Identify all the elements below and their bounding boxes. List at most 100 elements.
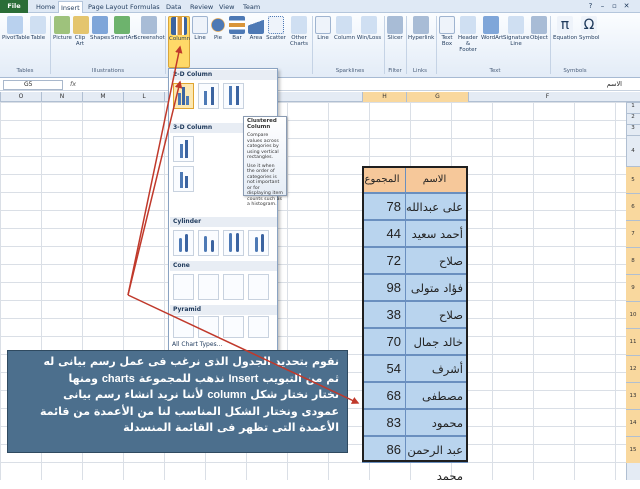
bar-chart-button[interactable]: Bar	[229, 16, 245, 41]
row-header[interactable]: 7	[626, 220, 640, 247]
pivottable-button[interactable]: PivotTable	[2, 16, 30, 41]
sparkline-column-button[interactable]: Column	[334, 16, 355, 41]
row-header[interactable]: 6	[626, 193, 640, 220]
cone-percent-icon[interactable]	[223, 274, 244, 300]
cell-total[interactable]: 86	[362, 436, 406, 463]
row-header[interactable]: 11	[626, 328, 640, 355]
text-box-button[interactable]: Text Box	[438, 16, 456, 47]
cell-total[interactable]: 98	[362, 274, 406, 301]
object-button[interactable]: Object	[530, 16, 548, 41]
cell-name[interactable]: أحمد سعيد	[406, 220, 468, 247]
sparkline-line-button[interactable]: Line	[315, 16, 331, 41]
tab-data[interactable]: Data	[164, 1, 184, 13]
row-header[interactable]: 10	[626, 301, 640, 328]
tab-page-layout[interactable]: Page Layout	[86, 1, 130, 13]
name-box[interactable]: G5	[3, 80, 63, 90]
scatter-chart-button[interactable]: Scatter	[266, 16, 286, 41]
column-chart-button[interactable]: Column	[168, 16, 190, 68]
pyramid-3d-icon[interactable]	[248, 316, 269, 338]
row-header[interactable]: 5	[626, 166, 640, 193]
header-cell-total[interactable]: المجموع	[362, 166, 406, 193]
pyramid-stacked-icon[interactable]	[198, 316, 219, 338]
column-header[interactable]: O	[0, 92, 41, 102]
table-button[interactable]: Table	[30, 16, 46, 41]
header-footer-button[interactable]: Header & Footer	[457, 16, 479, 53]
minimize-icon[interactable]: –	[598, 2, 607, 11]
shapes-button[interactable]: Shapes	[90, 16, 110, 41]
row-header[interactable]: 12	[626, 355, 640, 382]
percent-stacked-column-icon[interactable]	[223, 83, 244, 109]
cylinder-percent-icon[interactable]	[223, 230, 244, 256]
cylinder-clustered-icon[interactable]	[173, 230, 194, 256]
clip-art-button[interactable]: Clip Art	[73, 16, 89, 47]
picture-button[interactable]: Picture	[53, 16, 72, 41]
cylinder-3d-icon[interactable]	[248, 230, 269, 256]
fx-icon[interactable]: fx	[70, 80, 76, 88]
win-loss-button[interactable]: Win/Loss	[356, 16, 382, 41]
3d-column-icon[interactable]	[173, 166, 194, 192]
cell-total[interactable]: 78	[362, 193, 406, 220]
wordart-button[interactable]: WordArt	[481, 16, 503, 41]
hyperlink-button[interactable]: Hyperlink	[408, 16, 434, 41]
close-icon[interactable]: ✕	[622, 2, 631, 11]
tab-formulas[interactable]: Formulas	[128, 1, 162, 13]
cone-3d-icon[interactable]	[248, 274, 269, 300]
header-cell-name[interactable]: الاسم	[406, 166, 468, 193]
cell-name[interactable]: صلاح عبدالله	[406, 301, 468, 348]
symbol-button[interactable]: Ω Symbol	[579, 16, 600, 41]
cell-name[interactable]: محمود فوزي	[406, 409, 468, 456]
cell-name[interactable]: عبد الرحمن محمد	[406, 436, 468, 483]
tab-team[interactable]: Team	[241, 1, 262, 13]
cell-name[interactable]: فؤاد متولى	[406, 274, 468, 301]
signature-line-button[interactable]: Signature Line	[503, 16, 530, 47]
column-header[interactable]: H	[362, 92, 406, 102]
column-header[interactable]: F	[468, 92, 626, 102]
tab-review[interactable]: Review	[188, 1, 215, 13]
stacked-column-icon[interactable]	[198, 83, 219, 109]
cell-total[interactable]: 70	[362, 328, 406, 355]
row-header[interactable]: 8	[626, 247, 640, 274]
smartart-button[interactable]: SmartArt	[111, 16, 136, 41]
restore-icon[interactable]: ▫	[610, 2, 619, 11]
pyramid-clustered-icon[interactable]	[173, 316, 194, 338]
cell-total[interactable]: 44	[362, 220, 406, 247]
row-header[interactable]: 14	[626, 409, 640, 436]
area-chart-button[interactable]: Area	[248, 16, 264, 41]
tab-home[interactable]: Home	[34, 1, 57, 13]
formula-content[interactable]: الاسم	[607, 80, 622, 88]
cell-total[interactable]: 38	[362, 301, 406, 328]
cell-total[interactable]: 68	[362, 382, 406, 409]
screenshot-button[interactable]: Screenshot	[134, 16, 165, 41]
equation-button[interactable]: π Equation	[553, 16, 577, 41]
help-icon[interactable]: ?	[586, 2, 595, 11]
column-header[interactable]: N	[41, 92, 82, 102]
tab-view[interactable]: View	[217, 1, 236, 13]
tab-file[interactable]: File	[0, 0, 28, 13]
row-header[interactable]: 2	[626, 113, 640, 124]
line-chart-button[interactable]: Line	[192, 16, 208, 41]
column-header[interactable]: G	[406, 92, 468, 102]
clustered-column-icon[interactable]	[173, 83, 194, 109]
row-header[interactable]: 1	[626, 102, 640, 113]
column-header[interactable]: L	[123, 92, 164, 102]
cell-total[interactable]: 72	[362, 247, 406, 274]
cone-clustered-icon[interactable]	[173, 274, 194, 300]
cell-total[interactable]: 54	[362, 355, 406, 382]
pie-chart-button[interactable]: Pie	[210, 16, 226, 41]
column-header[interactable]: M	[82, 92, 123, 102]
all-chart-types-link[interactable]: All Chart Types...	[172, 341, 222, 348]
row-header[interactable]: 3	[626, 124, 640, 135]
row-header[interactable]: 15	[626, 436, 640, 463]
cylinder-stacked-icon[interactable]	[198, 230, 219, 256]
cell-total[interactable]: 83	[362, 409, 406, 436]
slicer-button[interactable]: Slicer	[386, 16, 404, 41]
cell-name[interactable]: على عبدالله	[406, 193, 468, 220]
cone-stacked-icon[interactable]	[198, 274, 219, 300]
3d-clustered-column-icon[interactable]	[173, 136, 194, 162]
pyramid-percent-icon[interactable]	[223, 316, 244, 338]
other-charts-button[interactable]: Other Charts	[288, 16, 310, 47]
cell-name[interactable]: أشرف شوقي	[406, 355, 468, 402]
cell-name[interactable]: خالد جمال	[406, 328, 468, 355]
row-header[interactable]: 13	[626, 382, 640, 409]
cell-name[interactable]: صلاح إبراهيم	[406, 247, 468, 294]
